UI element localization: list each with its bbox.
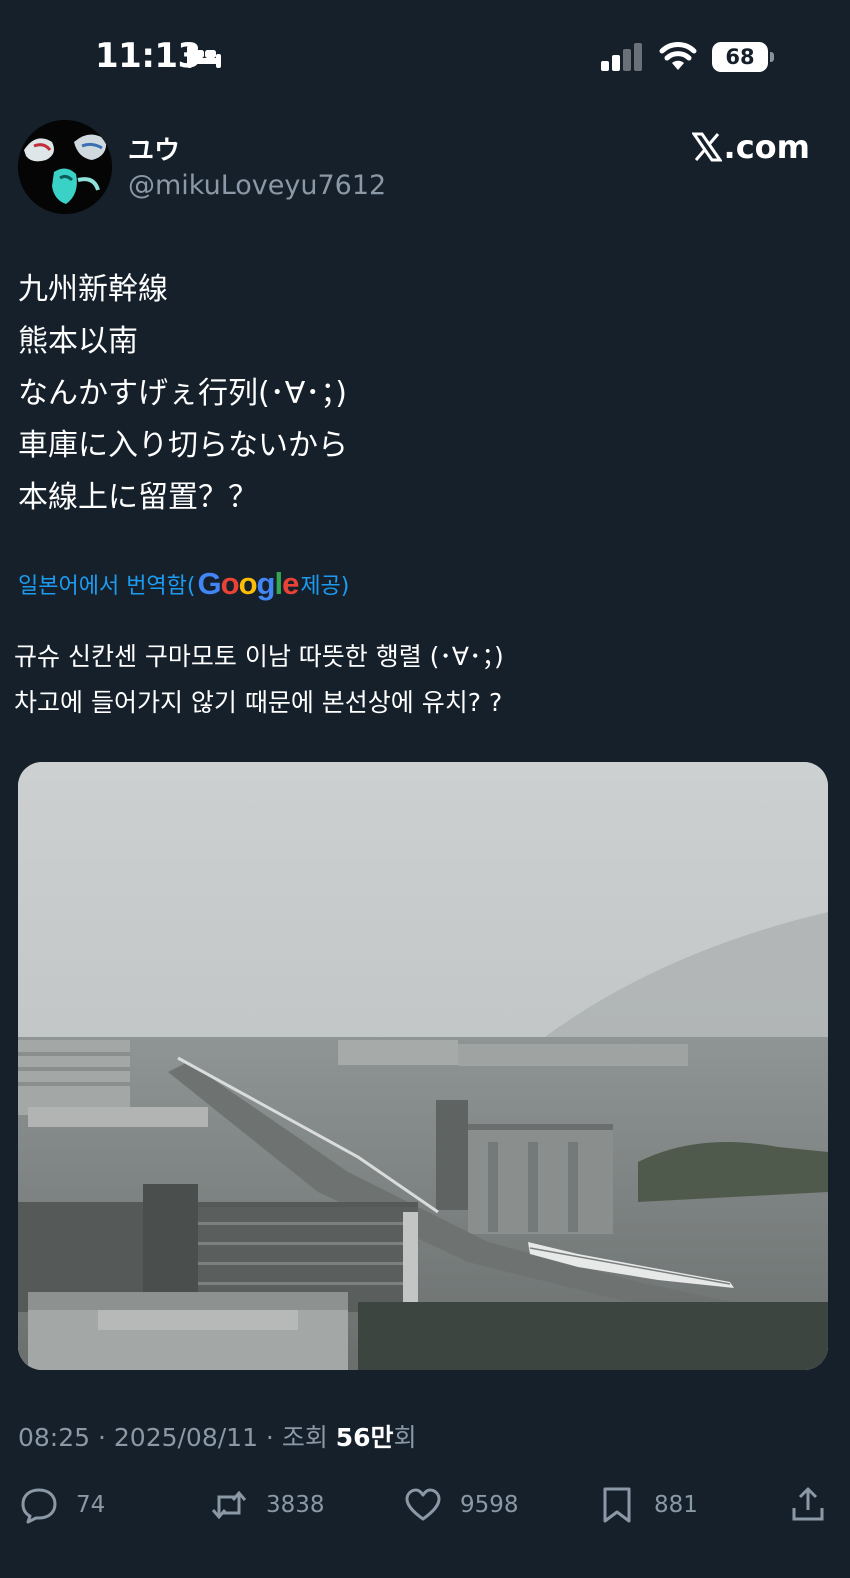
x-com-link[interactable]: .com: [691, 128, 810, 166]
x-logo-icon: [691, 132, 722, 162]
post-text-line: 本線上に留置？？: [18, 480, 258, 515]
post-text-line: 九州新幹線: [18, 272, 168, 307]
views-count: 56만: [335, 1423, 394, 1452]
repost-icon: [211, 1490, 247, 1520]
train-cityscape-image: [18, 762, 828, 1370]
wifi-icon: [659, 42, 697, 70]
post-meta: 08:25 · 2025/08/11 · 조회 56만회: [18, 1418, 417, 1454]
status-bar: 11:13 68: [0, 0, 850, 110]
reply-button[interactable]: 74: [20, 1482, 105, 1528]
avatar-image: [18, 120, 112, 214]
post-timestamp: 08:25 · 2025/08/11 · 조회: [18, 1423, 336, 1452]
translated-line: 규슈 신칸센 구마모토 이남 따뜻한 행렬 (･∀･；): [14, 642, 504, 671]
site-label: .com: [723, 128, 810, 166]
sleep-focus-icon: [187, 46, 221, 68]
user-handle[interactable]: @mikuLoveyu7612: [128, 170, 386, 201]
post-text-line: 車庫に入り切らないから: [18, 428, 348, 463]
post-text-line: 熊本以南: [18, 324, 138, 359]
google-logo: Google: [197, 566, 300, 601]
post-photo[interactable]: [18, 762, 828, 1370]
post-text-line: なんかすげぇ行列(･∀･；): [18, 376, 347, 411]
status-time: 11:13: [95, 36, 201, 76]
translated-line: 차고에 들어가지 않기 때문에 본선상에 유치? ?: [14, 688, 503, 717]
heart-icon: [405, 1488, 441, 1521]
like-count: 9598: [460, 1492, 519, 1518]
share-icon[interactable]: [790, 1486, 826, 1522]
translation-label-suffix: 제공): [300, 574, 350, 599]
battery-level: 68: [712, 42, 768, 72]
avatar[interactable]: [18, 120, 112, 214]
repost-button[interactable]: 3838: [210, 1482, 325, 1528]
battery-nub: [770, 52, 774, 62]
bookmark-count: 881: [654, 1492, 698, 1518]
battery-icon: 68: [712, 42, 774, 72]
reply-icon: [21, 1488, 57, 1524]
like-button[interactable]: 9598: [404, 1482, 519, 1528]
translation-label-prefix: 일본어에서 번역함(: [18, 574, 196, 599]
reply-count: 74: [76, 1492, 106, 1518]
bookmark-button[interactable]: 881: [598, 1482, 698, 1528]
action-bar: 74 3838 9598 881: [0, 1482, 850, 1528]
display-name[interactable]: ユウ: [128, 130, 180, 167]
views-suffix: 회: [393, 1423, 417, 1452]
bookmark-icon: [603, 1487, 631, 1523]
translated-text: 규슈 신칸센 구마모토 이남 따뜻한 행렬 (･∀･；) 차고에 들어가지 않기…: [14, 634, 834, 726]
cellular-signal-icon: [601, 43, 642, 71]
translation-attribution[interactable]: 일본어에서 번역함( Google 제공): [18, 566, 349, 602]
post-text: 九州新幹線 熊本以南 なんかすげぇ行列(･∀･；) 車庫に入り切らないから 本線…: [18, 264, 818, 524]
repost-count: 3838: [266, 1492, 325, 1518]
